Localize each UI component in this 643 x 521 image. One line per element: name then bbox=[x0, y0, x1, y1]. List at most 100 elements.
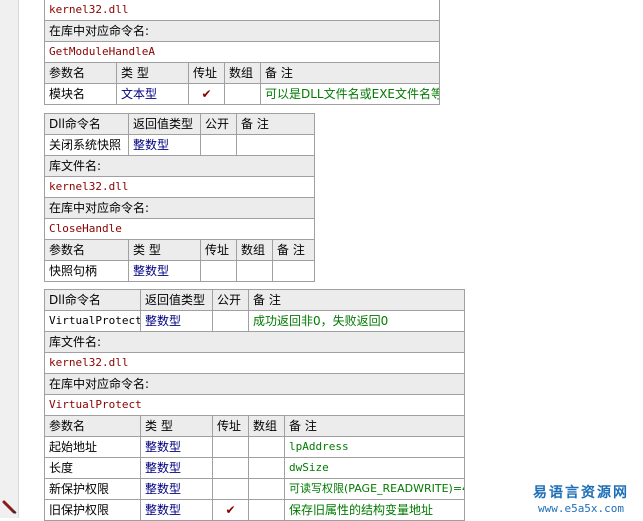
dll-header-row: Dll命令名 返回值类型 公开 备 注 bbox=[44, 113, 316, 135]
param-remark-header: 备 注 bbox=[259, 62, 441, 84]
public-header: 公开 bbox=[200, 113, 237, 135]
param-byref-cell[interactable] bbox=[212, 457, 249, 479]
param-header-row: 参数名 类 型 传址 数组 备 注 bbox=[44, 62, 441, 84]
public-cell[interactable] bbox=[212, 310, 249, 332]
public-cell[interactable] bbox=[200, 134, 237, 156]
watermark-title: 易语言资源网 bbox=[533, 485, 629, 501]
lib-file-value[interactable]: kernel32.dll bbox=[43, 352, 466, 374]
remark-header: 备 注 bbox=[247, 289, 466, 311]
dll-name-cell[interactable]: VirtualProtect bbox=[44, 310, 141, 332]
param-type-cell[interactable]: 整数型 bbox=[140, 478, 213, 500]
param-array-cell[interactable] bbox=[248, 499, 285, 521]
lib-cmd-value[interactable]: CloseHandle bbox=[43, 218, 316, 240]
lib-cmd-label-row: 在库中对应命令名: bbox=[43, 197, 316, 219]
pen-icon bbox=[2, 500, 17, 514]
param-row: 长度 整数型 dwSize bbox=[44, 457, 466, 479]
lib-cmd-label: 在库中对应命令名: bbox=[43, 197, 316, 219]
lib-file-label: 库文件名: bbox=[43, 155, 316, 177]
remark-header: 备 注 bbox=[235, 113, 316, 135]
param-row: 新保护权限 整数型 可读写权限(PAGE_READWRITE)=4 bbox=[44, 478, 466, 500]
param-row: 快照句柄 整数型 bbox=[44, 260, 316, 282]
remark-cell[interactable]: 成功返回非0，失败返回0 bbox=[247, 310, 466, 332]
param-header-row: 参数名 类 型 传址 数组 备 注 bbox=[44, 239, 316, 261]
lib-cmd-value-row: CloseHandle bbox=[43, 218, 316, 240]
param-type-header: 类 型 bbox=[128, 239, 201, 261]
param-name-cell[interactable]: 起始地址 bbox=[44, 436, 141, 458]
editor-gutter bbox=[0, 0, 19, 518]
return-type-cell[interactable]: 整数型 bbox=[128, 134, 201, 156]
lib-cmd-value[interactable]: VirtualProtect bbox=[43, 394, 466, 416]
lib-file-value-row: kernel32.dll bbox=[43, 0, 441, 21]
param-byref-cell[interactable] bbox=[212, 478, 249, 500]
param-array-cell[interactable] bbox=[248, 436, 285, 458]
param-remark-cell[interactable]: 可以是DLL文件名或EXE文件名等 bbox=[259, 83, 441, 105]
dll-name-header: Dll命令名 bbox=[44, 113, 129, 135]
param-byref-check[interactable]: ✔ bbox=[188, 83, 225, 105]
dll-value-row: 关闭系统快照 整数型 bbox=[44, 134, 316, 156]
param-byref-cell[interactable] bbox=[212, 436, 249, 458]
param-name-header: 参数名 bbox=[44, 62, 117, 84]
param-array-cell[interactable] bbox=[224, 83, 261, 105]
return-type-header: 返回值类型 bbox=[140, 289, 213, 311]
param-row: 模块名 文本型 ✔ 可以是DLL文件名或EXE文件名等 bbox=[44, 83, 441, 105]
param-byref-header: 传址 bbox=[200, 239, 237, 261]
param-type-cell[interactable]: 整数型 bbox=[140, 436, 213, 458]
lib-file-value[interactable]: kernel32.dll bbox=[43, 0, 441, 21]
return-type-header: 返回值类型 bbox=[128, 113, 201, 135]
param-name-cell[interactable]: 旧保护权限 bbox=[44, 499, 141, 521]
param-remark-header: 备 注 bbox=[271, 239, 316, 261]
param-remark-header: 备 注 bbox=[283, 415, 466, 437]
param-name-header: 参数名 bbox=[44, 415, 141, 437]
remark-cell[interactable] bbox=[235, 134, 316, 156]
param-type-header: 类 型 bbox=[116, 62, 189, 84]
param-row: 旧保护权限 整数型 ✔ 保存旧属性的结构变量地址 bbox=[44, 499, 466, 521]
public-header: 公开 bbox=[212, 289, 249, 311]
param-remark-cell[interactable]: lpAddress bbox=[283, 436, 466, 458]
lib-cmd-label: 在库中对应命令名: bbox=[43, 20, 441, 42]
param-array-header: 数组 bbox=[236, 239, 273, 261]
lib-cmd-value-row: GetModuleHandleA bbox=[43, 41, 441, 63]
param-array-cell[interactable] bbox=[248, 478, 285, 500]
lib-cmd-value-row: VirtualProtect bbox=[43, 394, 466, 416]
param-type-cell[interactable]: 整数型 bbox=[128, 260, 201, 282]
return-type-cell[interactable]: 整数型 bbox=[140, 310, 213, 332]
param-name-cell[interactable]: 新保护权限 bbox=[44, 478, 141, 500]
lib-file-value[interactable]: kernel32.dll bbox=[43, 176, 316, 198]
param-remark-cell[interactable]: dwSize bbox=[283, 457, 466, 479]
watermark-url: www.e5a5x.com bbox=[537, 502, 625, 515]
lib-file-label: 库文件名: bbox=[43, 331, 466, 353]
param-remark-cell[interactable]: 可读写权限(PAGE_READWRITE)=4 bbox=[283, 478, 466, 500]
param-name-header: 参数名 bbox=[44, 239, 129, 261]
watermark: 易语言资源网 www.e5a5x.com bbox=[522, 482, 640, 515]
lib-cmd-value[interactable]: GetModuleHandleA bbox=[43, 41, 441, 63]
param-array-header: 数组 bbox=[224, 62, 261, 84]
dll-block-virtualprotect: Dll命令名 返回值类型 公开 备 注 VirtualProtect 整数型 成… bbox=[43, 289, 466, 521]
lib-cmd-label-row: 在库中对应命令名: bbox=[43, 373, 466, 395]
param-remark-cell[interactable] bbox=[271, 260, 316, 282]
param-type-header: 类 型 bbox=[140, 415, 213, 437]
dll-block-getmodulehandle: kernel32.dll 在库中对应命令名: GetModuleHandleA … bbox=[43, 0, 441, 105]
param-type-cell[interactable]: 文本型 bbox=[116, 83, 189, 105]
param-name-cell[interactable]: 模块名 bbox=[44, 83, 117, 105]
param-array-cell[interactable] bbox=[248, 457, 285, 479]
param-row: 起始地址 整数型 lpAddress bbox=[44, 436, 466, 458]
lib-file-label-row: 库文件名: bbox=[43, 331, 466, 353]
param-name-cell[interactable]: 快照句柄 bbox=[44, 260, 129, 282]
lib-cmd-label: 在库中对应命令名: bbox=[43, 373, 466, 395]
param-type-cell[interactable]: 整数型 bbox=[140, 457, 213, 479]
dll-value-row: VirtualProtect 整数型 成功返回非0，失败返回0 bbox=[44, 310, 466, 332]
param-byref-check[interactable]: ✔ bbox=[212, 499, 249, 521]
dll-name-header: Dll命令名 bbox=[44, 289, 141, 311]
dll-block-closehandle: Dll命令名 返回值类型 公开 备 注 关闭系统快照 整数型 库文件名: ker… bbox=[43, 113, 316, 282]
param-remark-cell[interactable]: 保存旧属性的结构变量地址 bbox=[283, 499, 466, 521]
param-header-row: 参数名 类 型 传址 数组 备 注 bbox=[44, 415, 466, 437]
lib-file-label-row: 库文件名: bbox=[43, 155, 316, 177]
lib-file-value-row: kernel32.dll bbox=[43, 352, 466, 374]
param-byref-header: 传址 bbox=[188, 62, 225, 84]
param-type-cell[interactable]: 整数型 bbox=[140, 499, 213, 521]
param-byref-cell[interactable] bbox=[200, 260, 237, 282]
param-name-cell[interactable]: 长度 bbox=[44, 457, 141, 479]
param-array-cell[interactable] bbox=[236, 260, 273, 282]
param-byref-header: 传址 bbox=[212, 415, 249, 437]
dll-name-cell[interactable]: 关闭系统快照 bbox=[44, 134, 129, 156]
